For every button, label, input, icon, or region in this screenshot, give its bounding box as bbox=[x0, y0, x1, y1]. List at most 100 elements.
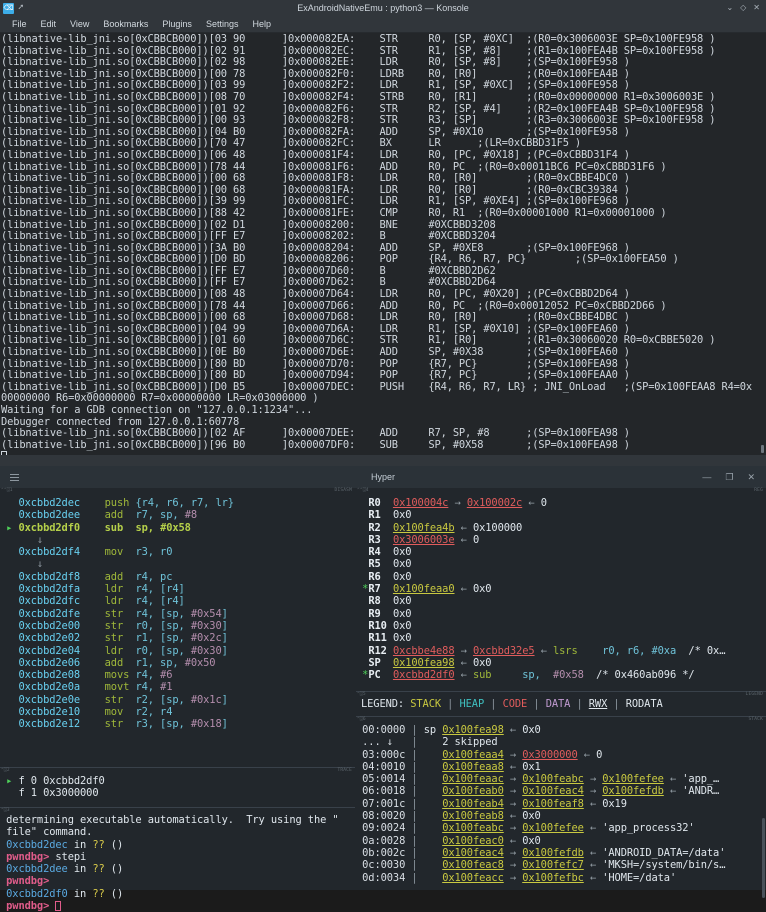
maximize-icon[interactable]: ◇ bbox=[740, 4, 746, 12]
stack-value: 0x100feaa8 ← 0x1 bbox=[442, 761, 541, 773]
stack-row: 0d:0034 | 0x100feacc → 0x100fefbc ← 'HOM… bbox=[356, 872, 766, 884]
register-value: 0x0 bbox=[393, 620, 411, 632]
terminal-line: (libnative-lib_jni.so[0xCBBCB000])[96 B0… bbox=[1, 440, 766, 452]
pwndbg-prompt: pwndbg> bbox=[0, 851, 49, 863]
hyper-titlebar: Hyper — ❐ ✕ bbox=[0, 466, 766, 488]
value-token: ← bbox=[590, 847, 596, 859]
terminal-line: (libnative-lib_jni.so[0xCBBCB000])[06 48… bbox=[1, 150, 766, 162]
legend-label: LEGEND: bbox=[361, 698, 404, 710]
close-icon[interactable]: ✕ bbox=[747, 472, 755, 483]
menu-edit[interactable]: Edit bbox=[34, 18, 64, 30]
stack-pointer-label bbox=[418, 810, 443, 822]
disasm-row: 0xcbbd2e00 str r0, [sp, #0x30] bbox=[0, 620, 355, 632]
stack-row: 04:0010 | 0x100feaa8 ← 0x1 bbox=[356, 761, 766, 773]
value-token: 0x100fefee bbox=[522, 822, 584, 834]
konsole-terminal-output[interactable]: (libnative-lib_jni.so[0xCBBCB000])[03 90… bbox=[0, 33, 766, 455]
close-icon[interactable]: ✕ bbox=[753, 4, 760, 12]
pwndbg-console-pane[interactable]: ⌃⍠3 determining executable automatically… bbox=[0, 807, 355, 912]
value-token: /* 0x… bbox=[682, 645, 725, 657]
current-instruction-marker bbox=[0, 632, 18, 644]
minimize-icon[interactable]: ⌄ bbox=[726, 4, 733, 12]
menu-view[interactable]: View bbox=[63, 18, 96, 30]
instruction-operands: r1, sp, #0x50 bbox=[135, 657, 215, 669]
value-token: 0x100fefc7 bbox=[522, 859, 584, 871]
stack-index: 0c:0030 bbox=[356, 859, 411, 871]
current-instruction-marker bbox=[0, 718, 18, 730]
register-star-marker: * bbox=[356, 583, 368, 595]
terminal-line: (libnative-lib_jni.so[0xCBBCB000])[0E B0… bbox=[1, 347, 766, 359]
value-token: 0x0 bbox=[473, 583, 491, 595]
value-token: 0x100feaa8 bbox=[442, 761, 504, 773]
console-prompt-line[interactable]: pwndbg> bbox=[0, 875, 355, 887]
console-prompt-line[interactable]: pwndbg> stepi bbox=[0, 851, 355, 863]
pwndbg-backtrace-pane[interactable]: ⌃⍠2 TRACE ▸ f 0 0xcbbd2df0 f 1 0x3000000 bbox=[0, 767, 355, 809]
stack-index: 04:0010 bbox=[356, 761, 411, 773]
stack-index: 09:0024 bbox=[356, 822, 411, 834]
console-prompt-line[interactable]: pwndbg> bbox=[0, 900, 355, 912]
legend-item-stack: STACK bbox=[410, 698, 441, 710]
value-token: 0x100004c bbox=[393, 497, 448, 509]
konsole-menubar: File Edit View Bookmarks Plugins Setting… bbox=[0, 16, 766, 33]
register-name: R11 bbox=[368, 632, 393, 644]
pwndbg-disasm-pane[interactable]: ⌃⌃⍠1 DISASM 0xcbbd2dec push {r4, r6, r7,… bbox=[0, 488, 355, 778]
konsole-tab-badge-icon[interactable]: ⌫ bbox=[3, 3, 14, 14]
instruction-operands: r3, [sp, #0x18] bbox=[135, 718, 227, 730]
instruction-mnemonic: add bbox=[105, 571, 136, 583]
disasm-row: ▸ 0xcbbd2df0 sub sp, #0x58 bbox=[0, 522, 355, 534]
instruction-mnemonic: str bbox=[105, 608, 136, 620]
instruction-mnemonic: push bbox=[105, 497, 136, 509]
legend-separator: | bbox=[527, 698, 545, 710]
value-token: 'app_… bbox=[682, 773, 719, 785]
legend-item-rodata: RODATA bbox=[626, 698, 663, 710]
value-token: ← bbox=[461, 534, 467, 546]
menu-plugins[interactable]: Plugins bbox=[155, 18, 199, 30]
stack-index: 07:001c bbox=[356, 798, 411, 810]
value-token: ← bbox=[590, 872, 596, 884]
register-value: 0x0 bbox=[393, 595, 411, 607]
register-value: 0x0 bbox=[393, 632, 411, 644]
value-token: #0x58 bbox=[553, 669, 584, 681]
value-token: ← bbox=[584, 749, 590, 761]
register-star-marker bbox=[356, 595, 368, 607]
instruction-address: 0xcbbd2e0a bbox=[18, 681, 80, 693]
menu-bookmarks[interactable]: Bookmarks bbox=[96, 18, 155, 30]
instruction-address: 0xcbbd2e00 bbox=[18, 620, 80, 632]
stack-index: 03:000c bbox=[356, 749, 411, 761]
instruction-operands: {r4, r6, r7, lr} bbox=[135, 497, 234, 509]
value-token: 0x100fea98 bbox=[393, 657, 455, 669]
console-scrollbar[interactable] bbox=[762, 818, 765, 898]
menu-settings[interactable]: Settings bbox=[199, 18, 246, 30]
pwndbg-stack-pane[interactable]: ⌃⍠6 STACK 00:0000 | sp 0x100fea98 ← 0x0 … bbox=[356, 716, 766, 912]
value-token: 0x100feac4 bbox=[442, 847, 504, 859]
value-token: 0x3000000 bbox=[522, 749, 577, 761]
hyper-window: Hyper — ❐ ✕ ⌃⌃⍠1 DISASM 0xcbbd2dec push … bbox=[0, 466, 766, 890]
console-command[interactable]: stepi bbox=[49, 851, 86, 863]
current-instruction-marker bbox=[0, 657, 18, 669]
register-star-marker bbox=[356, 522, 368, 534]
value-token: 0x0 bbox=[393, 558, 411, 570]
value-token: 'app_process32' bbox=[602, 822, 694, 834]
register-row: R10 0x0 bbox=[356, 620, 766, 632]
pin-icon[interactable]: ➚ bbox=[18, 4, 23, 13]
instruction-operands: r4, [sp, #0x54] bbox=[135, 608, 227, 620]
menu-help[interactable]: Help bbox=[245, 18, 278, 30]
minimize-icon[interactable]: — bbox=[702, 472, 711, 483]
pwndbg-body: ⌃⌃⍠1 DISASM 0xcbbd2dec push {r4, r6, r7,… bbox=[0, 488, 766, 890]
frame-address: 0xcbbd2df0 bbox=[43, 775, 105, 787]
value-token: lsrs bbox=[553, 645, 578, 657]
legend-separator: | bbox=[484, 698, 502, 710]
instruction-address: 0xcbbd2df4 bbox=[18, 546, 80, 558]
konsole-scrollbar[interactable] bbox=[761, 445, 764, 453]
disasm-row: 0xcbbd2dec push {r4, r6, r7, lr} bbox=[0, 497, 355, 509]
stack-pane-tag-left: ⌃⍠6 bbox=[357, 717, 366, 722]
register-row: R5 0x0 bbox=[356, 558, 766, 570]
location-address: 0xcbbd2dee bbox=[0, 863, 68, 875]
value-token: → bbox=[510, 749, 516, 761]
register-value: 0x0 bbox=[393, 558, 411, 570]
menu-file[interactable]: File bbox=[5, 18, 34, 30]
current-instruction-marker bbox=[0, 595, 18, 607]
pwndbg-registers-pane[interactable]: ⌃⌃⍠4 REG R0 0x100004c → 0x100002c ← 0 R1… bbox=[356, 488, 766, 691]
register-star-marker bbox=[356, 546, 368, 558]
maximize-icon[interactable]: ❐ bbox=[725, 472, 733, 483]
stack-row: 09:0024 | 0x100feabc → 0x100fefee ← 'app… bbox=[356, 822, 766, 834]
